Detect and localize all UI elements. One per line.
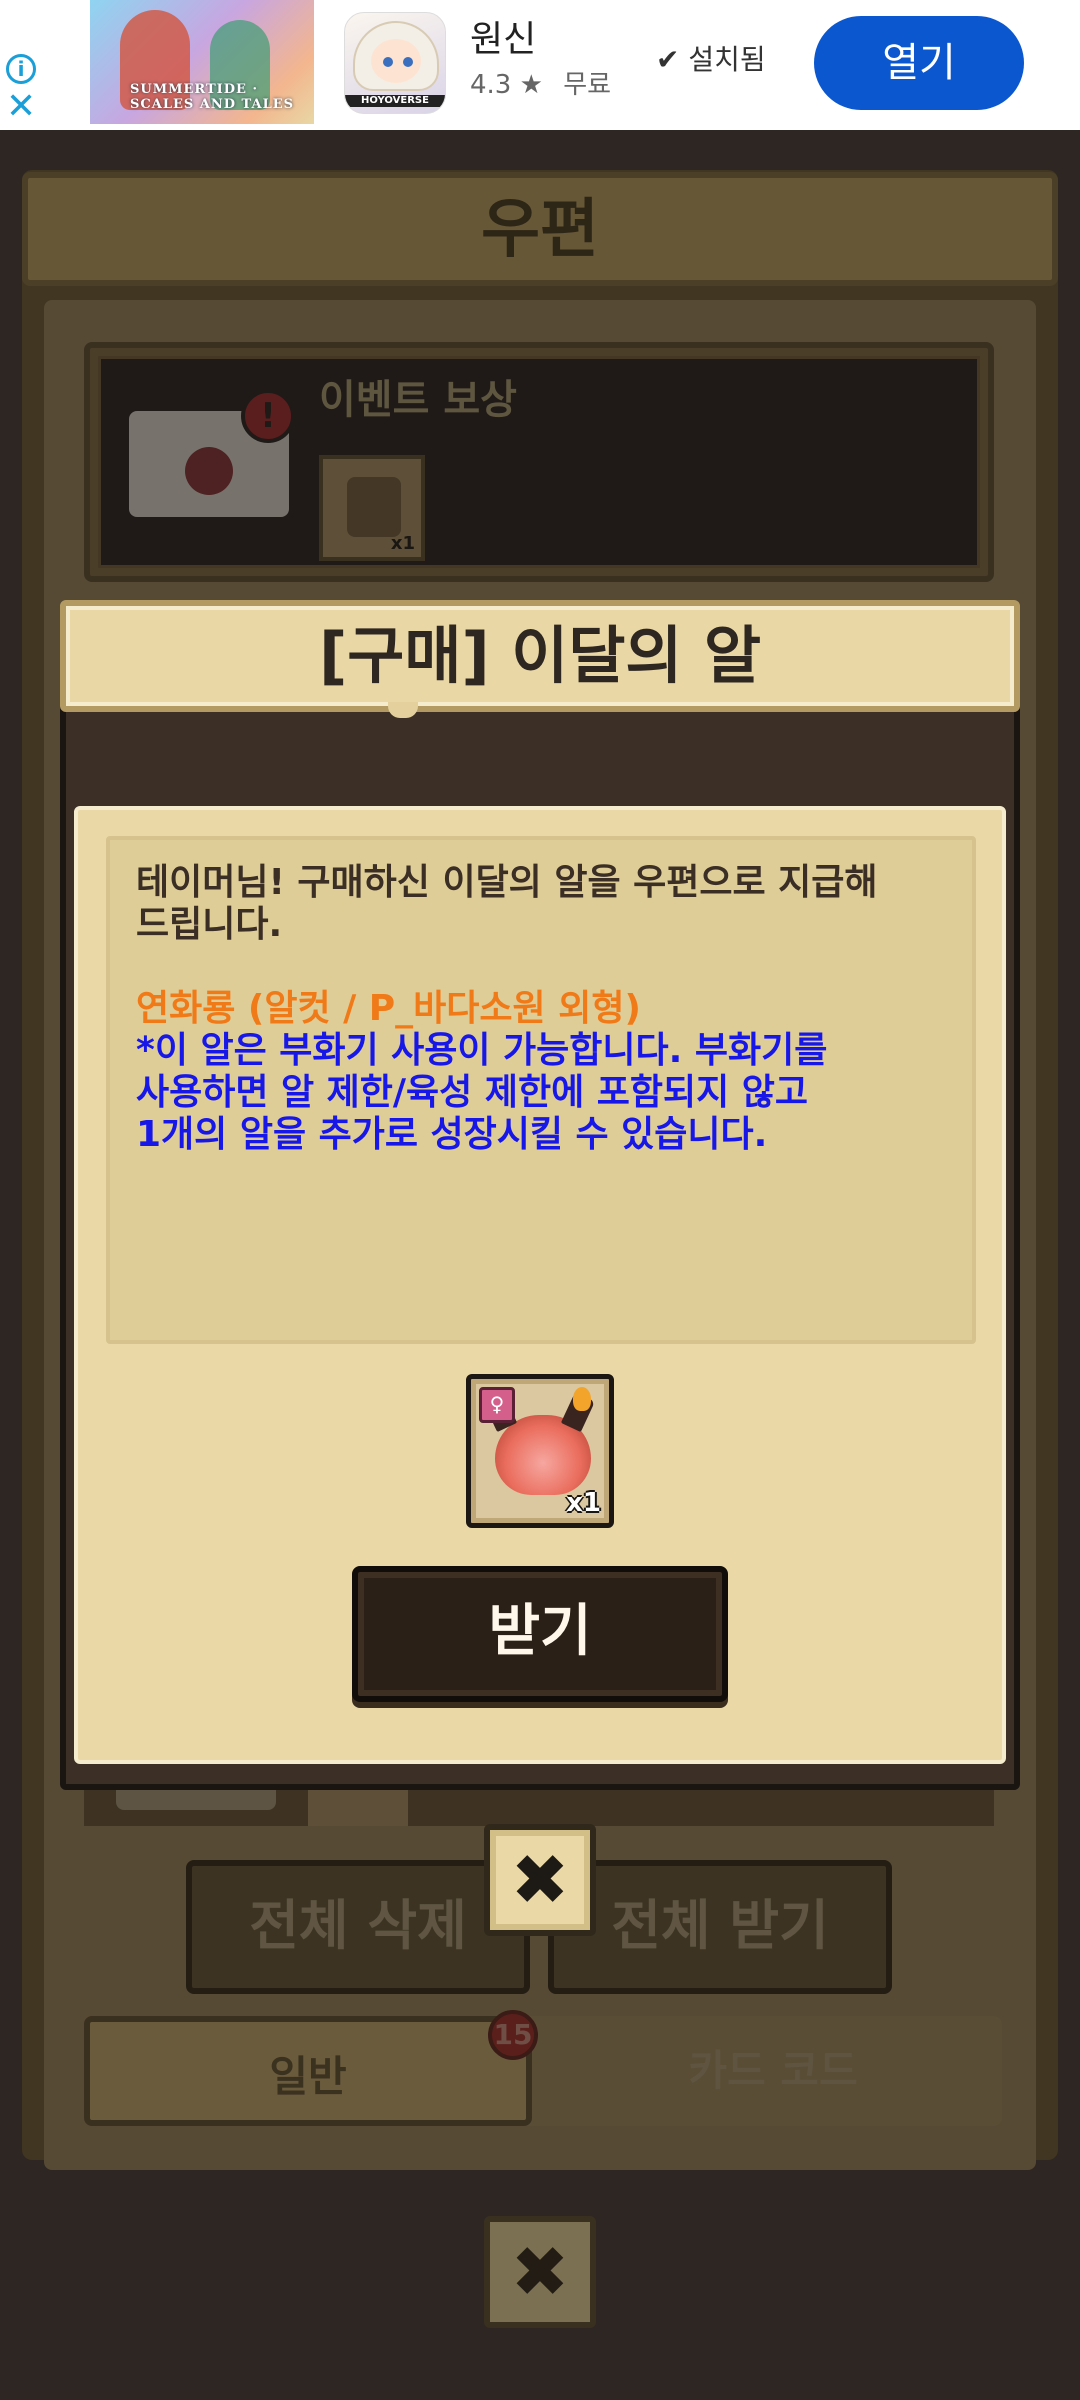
ad-rating: 4.3 (470, 70, 512, 100)
ad-banner[interactable]: i ✕ SUMMERTIDE · SCALES AND TALES HOYOVE… (0, 0, 1080, 130)
envelope-seal (185, 447, 233, 495)
message-line: 테이머님! 구매하신 이달의 알을 우편으로 지급해 (136, 862, 878, 903)
installed-check-icon: ✔ (656, 43, 680, 76)
horned-item-icon (347, 477, 401, 537)
dialog-close-button[interactable]: ✖ (484, 1824, 596, 1936)
app-icon-face (371, 39, 421, 83)
message-egg-name: 연화룡 (알컷 / P_바다소원 외형) (136, 988, 641, 1029)
claim-button[interactable]: 받기 (352, 1566, 728, 1702)
app-icon[interactable]: HOYOVERSE (344, 12, 446, 114)
ad-price: 무료 (563, 70, 612, 100)
unread-count-badge: 15 (488, 2010, 538, 2060)
mail-card-title: 이벤트 보상 (319, 377, 517, 423)
ad-app-name[interactable]: 원신 (470, 18, 536, 62)
dialog-title-banner: [구매] 이달의 알 (60, 600, 1020, 712)
mailbox-close-button[interactable]: ✖ (484, 2216, 596, 2328)
app-icon-eye (403, 57, 413, 67)
ad-close-icon[interactable]: ✕ (6, 89, 36, 125)
close-icon: ✖ (510, 2231, 570, 2313)
mailbox-title: 우편 (481, 193, 599, 267)
tab-card-code[interactable]: 카드 코드 (544, 2016, 1002, 2126)
tab-general[interactable]: 일반 (84, 2016, 532, 2126)
mailbox-tabs: 일반 카드 코드 (84, 2016, 1002, 2126)
delete-all-button[interactable]: 전체 삭제 (186, 1860, 530, 1994)
star-icon: ★ (519, 70, 543, 100)
ad-info-icon[interactable]: i (6, 54, 36, 84)
promo-banner-text: SUMMERTIDE · SCALES AND TALES (130, 82, 295, 112)
mail-reward-qty: x1 (390, 533, 415, 554)
egg-flame (573, 1387, 591, 1411)
receive-all-button[interactable]: 전체 받기 (548, 1860, 892, 1994)
app-icon-eye (383, 57, 393, 67)
message-note-line: 1개의 알을 추가로 성장시킬 수 있습니다. (136, 1114, 768, 1155)
mail-card-inner: ! 이벤트 보상 x1 (98, 356, 980, 568)
mail-reward-item[interactable]: x1 (319, 455, 425, 561)
app-icon-label: HOYOVERSE (345, 95, 445, 107)
close-icon: ✖ (510, 1839, 570, 1921)
egg-type-icon: ♀ (479, 1387, 515, 1423)
ad-installed-status: ✔ 설치됨 (656, 40, 766, 80)
ad-open-button[interactable]: 열기 (814, 16, 1024, 110)
reward-item-slot[interactable]: ♀ x1 (466, 1374, 614, 1528)
mailbox-title-bar: 우편 (22, 172, 1058, 286)
mail-card[interactable]: ! 이벤트 보상 x1 (84, 342, 994, 582)
ad-promo-image[interactable]: SUMMERTIDE · SCALES AND TALES (90, 0, 314, 124)
ad-app-meta: 4.3 ★ 무료 (470, 68, 611, 102)
alert-icon: ! (241, 389, 295, 443)
dialog-title: [구매] 이달의 알 (318, 619, 762, 692)
message-note-line: *이 알은 부화기 사용이 가능합니다. 부화기를 (136, 1030, 828, 1071)
message-note-line: 사용하면 알 제한/육성 제한에 포함되지 않고 (136, 1072, 808, 1113)
message-line: 드립니다. (136, 904, 283, 945)
installed-label: 설치됨 (688, 43, 766, 76)
reward-qty: x1 (566, 1488, 601, 1518)
